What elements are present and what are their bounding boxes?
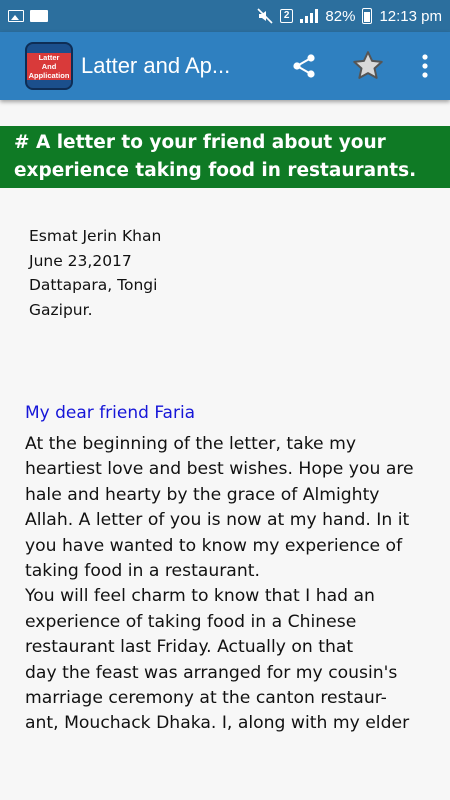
- heading-line: experience taking food in restaurants.: [14, 160, 417, 181]
- address-line: Gazipur.: [29, 300, 93, 319]
- battery-percent: 82%: [325, 7, 356, 25]
- logo-text-1: Latter: [27, 52, 71, 62]
- clock: 12:13 pm: [379, 7, 442, 25]
- star-icon: [353, 51, 383, 79]
- app-title: Latter and Ap...: [81, 53, 231, 78]
- logo-text-2: And: [27, 61, 71, 71]
- heading-line: # A letter to your friend about your: [14, 132, 386, 153]
- letter-date: June 23,2017: [29, 251, 132, 270]
- battery-icon: [362, 8, 373, 24]
- body-line: restaurant last Friday. Actually on that: [25, 637, 354, 658]
- body-line: you have wanted to know my experience of: [25, 535, 403, 556]
- share-button[interactable]: [272, 38, 336, 94]
- body-line: ant, Mouchack Dhaka. I, along with my el…: [25, 713, 410, 734]
- more-vert-icon: [422, 54, 428, 78]
- logo-text-3: Application: [27, 70, 71, 80]
- body-line: marriage ceremony at the canton restaur-: [25, 687, 387, 708]
- gallery-notification-icon: [8, 10, 24, 22]
- sender-name: Esmat Jerin Khan: [29, 227, 162, 245]
- body-line: Allah. A letter of you is now at my hand…: [25, 510, 410, 531]
- bottom-area: [0, 740, 450, 800]
- body-line: day the feast was arranged for my cousin…: [25, 662, 398, 683]
- letter-heading: # A letter to your friend about your exp…: [0, 126, 450, 188]
- news-notification-icon: [30, 10, 48, 22]
- body-line: You will feel charm to know that I had a…: [25, 586, 375, 607]
- status-bar: 2 82% 12:13 pm: [0, 0, 450, 32]
- sender-address: Esmat Jerin Khan June 23,2017 Dattapara,…: [29, 224, 161, 322]
- app-bar: Latter And Application Latter and Ap...: [0, 32, 450, 100]
- body-line: heartiest love and best wishes. Hope you…: [25, 459, 414, 480]
- favorite-button[interactable]: [336, 38, 400, 94]
- body-line: experience of taking food in a Chinese: [25, 611, 357, 632]
- app-logo[interactable]: Latter And Application: [25, 42, 73, 90]
- letter-content[interactable]: Esmat Jerin Khan June 23,2017 Dattapara,…: [0, 188, 450, 740]
- body-line: hale and hearty by the grace of Almighty: [25, 484, 380, 505]
- salutation: My dear friend Faria: [25, 403, 196, 423]
- letter-body: At the beginning of the letter, take my …: [25, 432, 450, 737]
- address-line: Dattapara, Tongi: [29, 276, 158, 294]
- share-icon: [293, 54, 315, 78]
- mute-icon: [257, 8, 273, 24]
- body-line: At the beginning of the letter, take my: [25, 434, 356, 454]
- body-line: taking food in a restaurant.: [25, 560, 260, 581]
- sim-badge: 2: [279, 9, 294, 23]
- signal-icon: [300, 9, 319, 23]
- overflow-menu-button[interactable]: [400, 38, 450, 94]
